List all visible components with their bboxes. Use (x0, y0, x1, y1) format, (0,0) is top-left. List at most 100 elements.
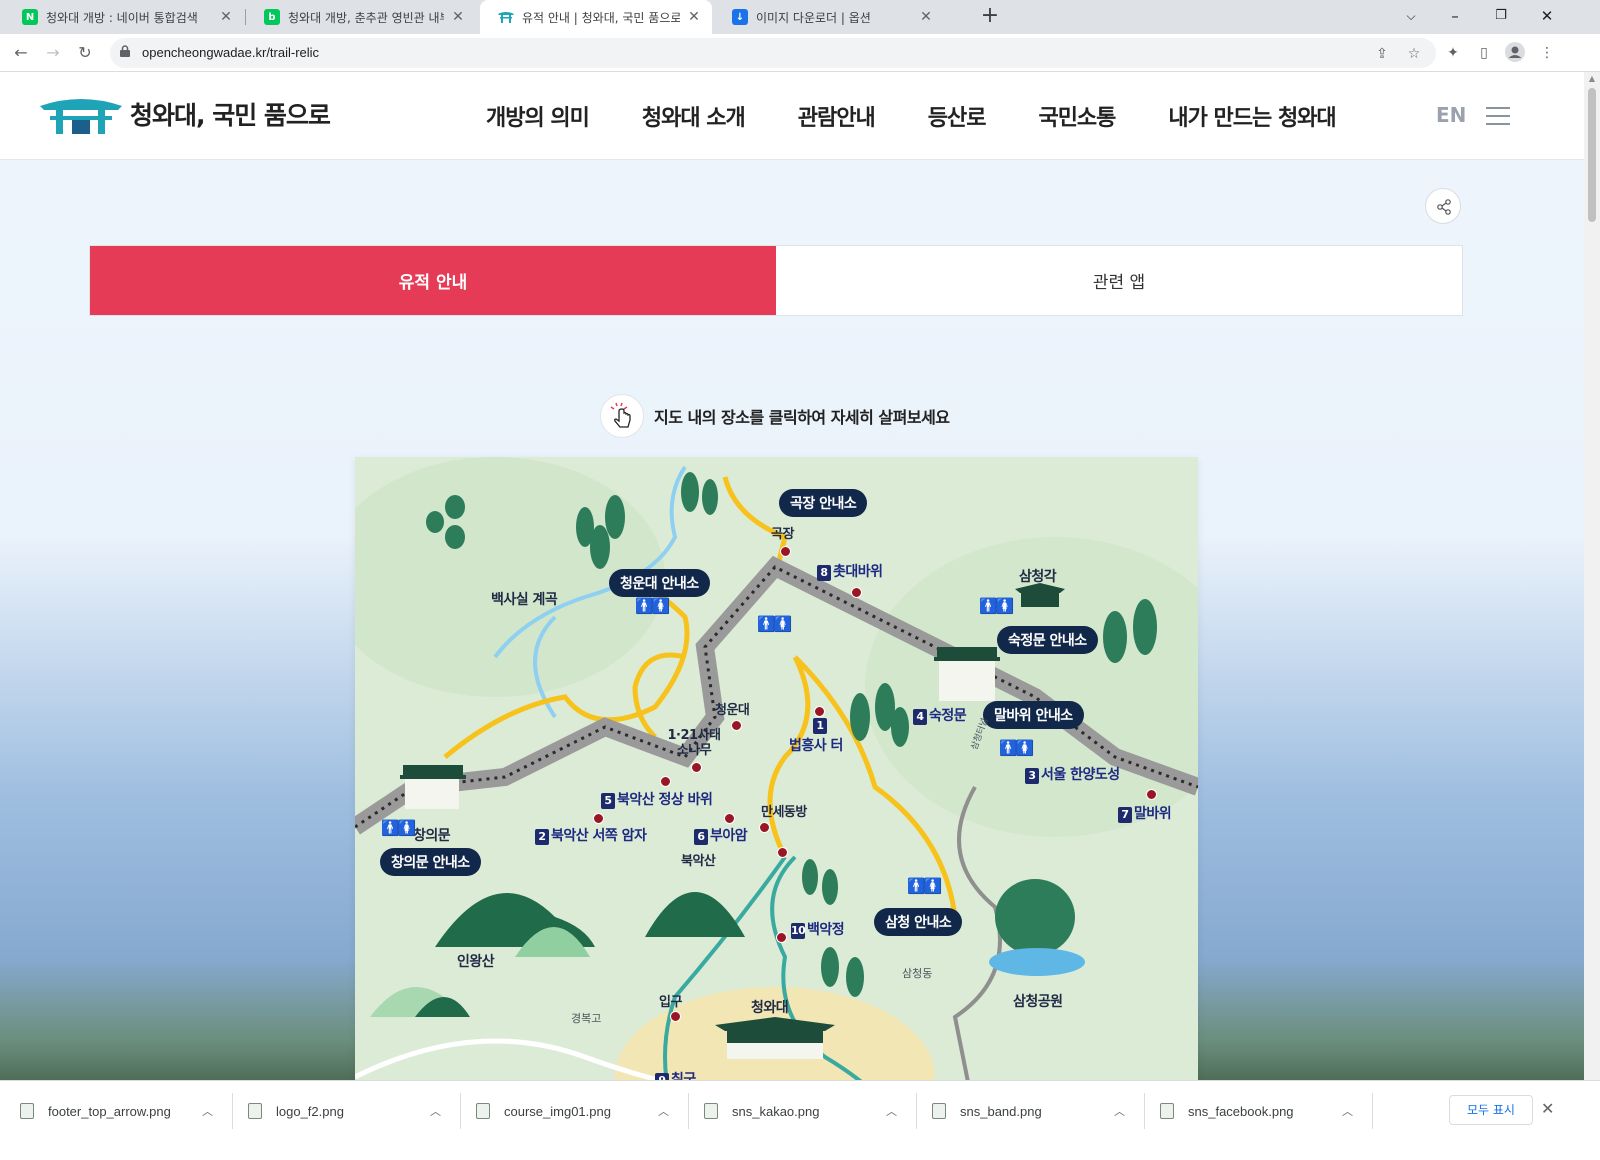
relic-8-chotdaebawi[interactable]: 8 촛대바위 (817, 561, 883, 581)
page-scrollbar[interactable]: ▲ ▼ (1584, 72, 1600, 1103)
download-item[interactable]: footer_top_arrow.png ︿ (20, 1094, 220, 1128)
nav-visit-guide[interactable]: 관람안내 (798, 100, 876, 132)
language-toggle[interactable]: EN (1436, 103, 1466, 127)
browser-tab[interactable]: N 청와대 개방 : 네이버 통합검색 ✕ (4, 0, 244, 34)
minimize-window-button[interactable]: – (1432, 0, 1478, 34)
relic-6-buaam[interactable]: 6 부아암 (694, 825, 748, 845)
browser-tab-active[interactable]: 유적 안내 | 청와대, 국민 품으로 ✕ (480, 0, 712, 34)
map-hint: 지도 내의 장소를 클릭하여 자세히 살펴보세요 (600, 394, 950, 438)
show-all-downloads-button[interactable]: 모두 표시 (1449, 1095, 1533, 1125)
extensions-puzzle-icon[interactable]: ✦ (1442, 42, 1464, 64)
map-marker-gokjang[interactable] (780, 546, 791, 557)
download-item[interactable]: sns_band.png ︿ (932, 1094, 1132, 1128)
bookmark-star-icon[interactable]: ☆ (1404, 44, 1424, 64)
share-button[interactable] (1425, 188, 1461, 224)
download-item[interactable]: sns_kakao.png ︿ (704, 1094, 904, 1128)
browser-tab[interactable]: b 청와대 개방, 춘추관 영빈관 내부 ✕ (246, 0, 476, 34)
browser-tab-strip: N 청와대 개방 : 네이버 통합검색 ✕ b 청와대 개방, 춘추관 영빈관 … (0, 0, 1600, 34)
relic-5-summit-rock[interactable]: 5 북악산 정상 바위 (601, 789, 713, 809)
place-changuimun[interactable]: 창의문 (413, 825, 451, 845)
place-121-pine[interactable]: 1·21사태 소나무 (665, 728, 723, 758)
download-item[interactable]: course_img01.png ︿ (476, 1094, 676, 1128)
chevron-up-icon[interactable]: ︿ (658, 1103, 669, 1119)
relic-10-baegakjeong[interactable]: 10 백악정 (791, 919, 845, 939)
address-bar[interactable]: opencheongwadae.kr/trail-relic ⇪ ☆ (110, 38, 1436, 68)
place-cheongundae[interactable]: 청운대 (715, 699, 750, 718)
place-bugaksan[interactable]: 북악산 (681, 850, 716, 869)
back-arrow-icon[interactable]: ← (8, 40, 34, 66)
relic-label: 북악산 정상 바위 (617, 792, 713, 808)
relic-7-malbawi[interactable]: 7 말바위 (1118, 803, 1172, 823)
relic-2-west-hermitage[interactable]: 2 북악산 서쪽 암자 (535, 825, 647, 845)
share-page-icon[interactable]: ⇪ (1372, 44, 1392, 64)
close-shelf-icon[interactable]: ✕ (1541, 1099, 1554, 1118)
place-manse-dongbang[interactable]: 만세동방 (761, 801, 807, 820)
relic-map[interactable]: 곡장 안내소 청운대 안내소 숙정문 안내소 말바위 안내소 창의문 안내소 삼… (355, 457, 1198, 1103)
chevron-up-icon[interactable]: ︿ (1114, 1103, 1125, 1119)
url-text: opencheongwadae.kr/trail-relic (142, 45, 320, 60)
map-marker-manse[interactable] (759, 822, 770, 833)
nav-my-cheongwadae[interactable]: 내가 만드는 청와대 (1168, 100, 1336, 132)
site-logo[interactable]: 청와대, 국민 품으로 (40, 94, 331, 134)
close-window-button[interactable]: ✕ (1524, 0, 1570, 34)
nav-communication[interactable]: 국민소통 (1038, 100, 1116, 132)
place-samcheonggak[interactable]: 삼청각 (1019, 566, 1057, 586)
chevron-up-icon[interactable]: ︿ (1342, 1103, 1353, 1119)
chevron-up-icon[interactable]: ︿ (430, 1103, 441, 1119)
forward-arrow-icon[interactable]: → (40, 40, 66, 66)
info-center-sukjeongmun[interactable]: 숙정문 안내소 (997, 626, 1098, 654)
nav-opening-meaning[interactable]: 개방의 의미 (486, 100, 590, 132)
hamburger-menu-icon[interactable] (1486, 107, 1510, 125)
chevron-up-icon[interactable]: ︿ (886, 1103, 897, 1119)
shelf-divider (688, 1093, 689, 1129)
map-marker-trail-junction[interactable] (777, 847, 788, 858)
nav-hiking-trail[interactable]: 등산로 (928, 100, 987, 132)
scrollbar-thumb[interactable] (1588, 88, 1596, 222)
close-tab-icon[interactable]: ✕ (450, 9, 466, 25)
place-gokjang[interactable]: 곡장 (771, 523, 794, 542)
tab-search-chevron-icon[interactable]: ⌵ (1388, 0, 1434, 34)
map-marker-west-hermitage[interactable] (593, 813, 604, 824)
close-tab-icon[interactable]: ✕ (918, 9, 934, 25)
relic-1-numbered-badge[interactable]: 1 (813, 717, 829, 734)
restore-window-button[interactable]: ❐ (1478, 0, 1524, 34)
download-item[interactable]: logo_f2.png ︿ (248, 1094, 448, 1128)
relic-1-beopheungsa[interactable]: 법흥사 터 (789, 735, 843, 755)
relic-3-hanyangdoseong[interactable]: 3 서울 한양도성 (1025, 764, 1120, 784)
scroll-up-arrow-icon[interactable]: ▲ (1584, 74, 1600, 83)
close-tab-icon[interactable]: ✕ (218, 9, 234, 25)
map-marker-121-pine[interactable] (691, 762, 702, 773)
map-marker-beopheungsa[interactable] (814, 706, 825, 717)
more-menu-icon[interactable]: ⋮ (1536, 42, 1558, 64)
tab-relic-guide[interactable]: 유적 안내 (90, 246, 776, 315)
map-marker-chotdaebawi[interactable] (851, 587, 862, 598)
browser-tab[interactable]: ↓ 이미지 다운로더 | 옵션 ✕ (714, 0, 944, 34)
chevron-up-icon[interactable]: ︿ (202, 1103, 213, 1119)
nav-cheongwadae-intro[interactable]: 청와대 소개 (642, 100, 746, 132)
map-marker-summit-rock[interactable] (660, 776, 671, 787)
reload-icon[interactable]: ↻ (72, 40, 98, 66)
tab-related-app[interactable]: 관련 앱 (776, 246, 1462, 315)
map-marker-baegakjeong[interactable] (776, 932, 787, 943)
place-baeksasil[interactable]: 백사실 계곡 (491, 589, 558, 609)
map-marker-entrance[interactable] (670, 1011, 681, 1022)
map-marker-buaam[interactable] (724, 813, 735, 824)
info-center-cheongundae[interactable]: 청운대 안내소 (609, 569, 710, 597)
profile-avatar-icon[interactable] (1504, 42, 1526, 64)
place-cheongwadae[interactable]: 청와대 (751, 997, 789, 1017)
download-item[interactable]: sns_facebook.png ︿ (1160, 1094, 1360, 1128)
map-marker-malbawi[interactable] (1146, 789, 1157, 800)
info-center-gokjang[interactable]: 곡장 안내소 (779, 489, 868, 517)
close-tab-icon[interactable]: ✕ (686, 9, 702, 25)
place-samcheong-park[interactable]: 삼청공원 (1013, 991, 1063, 1011)
place-inwangsan[interactable]: 인왕산 (457, 951, 495, 971)
side-panel-icon[interactable]: ▯ (1473, 42, 1495, 64)
relic-4-sukjeongmun[interactable]: 4 숙정문 (913, 705, 967, 725)
relic-number: 6 (694, 829, 708, 845)
map-marker-cheongundae[interactable] (731, 720, 742, 731)
info-center-changuimun[interactable]: 창의문 안내소 (380, 848, 481, 876)
info-center-samcheong[interactable]: 삼청 안내소 (874, 908, 963, 936)
place-entrance[interactable]: 입구 (659, 991, 682, 1010)
new-tab-button[interactable]: + (976, 3, 1004, 31)
info-center-malbawi[interactable]: 말바위 안내소 (983, 701, 1084, 729)
